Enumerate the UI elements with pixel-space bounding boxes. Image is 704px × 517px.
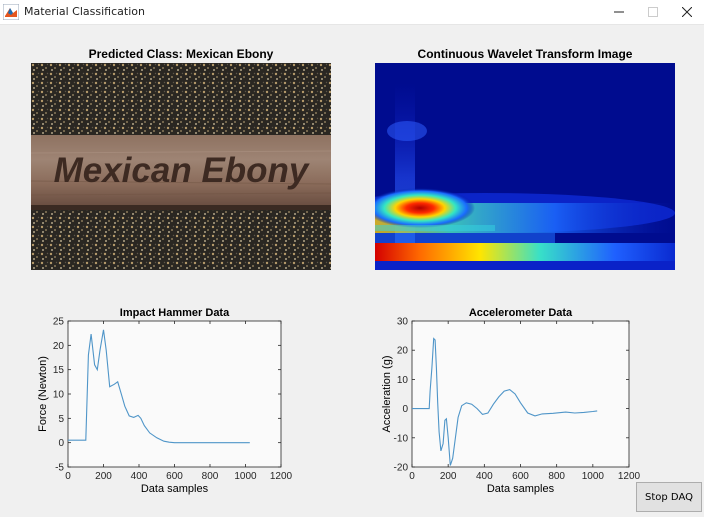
y-tick-label: 30 [397,317,409,328]
y-tick-label: -20 [394,463,409,474]
y-tick-label: 15 [53,365,65,376]
impact-hammer-chart: Impact Hammer Data0 200 400 600 800 1000 1200-… [37,307,293,495]
x-tick-label: 800 [202,471,219,482]
close-button[interactable] [670,0,704,24]
x-tick-label: 200 [440,471,457,482]
cwt-title: Continuous Wavelet Transform Image [417,47,633,61]
x-tick-label: 600 [512,471,529,482]
x-tick-label: 200 [95,471,112,482]
x-tick-label: 1000 [582,471,605,482]
x-axis-label: Data samples [487,483,555,495]
plot-area [411,320,630,468]
plot-area [67,320,282,468]
chart-title: Accelerometer Data [469,307,573,319]
x-tick-label: 0 [409,471,415,482]
y-tick-label: 5 [58,414,64,425]
y-tick-label: 10 [397,375,409,386]
matlab-app-icon [3,4,19,20]
y-tick-label: 10 [53,390,65,401]
chart-title: Impact Hammer Data [120,307,230,319]
x-tick-label: 1200 [270,471,293,482]
y-tick-label: -10 [394,433,409,444]
x-tick-label: 1200 [618,471,641,482]
maximize-icon [648,7,658,17]
minimize-icon [614,11,624,13]
y-tick-label: 0 [402,404,408,415]
board-label: Mexican Ebony [54,151,310,190]
x-tick-label: 400 [476,471,493,482]
stop-daq-button[interactable]: Stop DAQ [636,482,702,512]
predicted-class-title: Predicted Class: Mexican Ebony [88,47,274,61]
y-axis-label: Acceleration (g) [381,355,393,432]
minimize-button[interactable] [602,0,636,24]
accelerometer-chart: Accelerometer Data0 200 400 600 800 1000 1200-… [381,307,641,495]
x-tick-label: 600 [166,471,183,482]
x-tick-label: 1000 [234,471,257,482]
x-tick-label: 0 [65,471,71,482]
x-tick-label: 400 [131,471,148,482]
y-tick-label: 0 [58,438,64,449]
y-tick-label: 20 [53,341,65,352]
close-icon [682,7,692,17]
y-axis-label: Force (Newton) [37,356,49,432]
x-axis-label: Data samples [141,483,209,495]
y-tick-label: 25 [53,317,65,328]
x-tick-label: 800 [548,471,565,482]
y-tick-label: -5 [55,463,64,474]
material-image: Mexican Ebony [31,63,331,270]
maximize-button[interactable] [636,0,670,24]
window-title: Material Classification [24,5,145,18]
title-bar: Material Classification [0,0,704,25]
cwt-image [375,63,675,270]
y-tick-label: 20 [397,346,409,357]
